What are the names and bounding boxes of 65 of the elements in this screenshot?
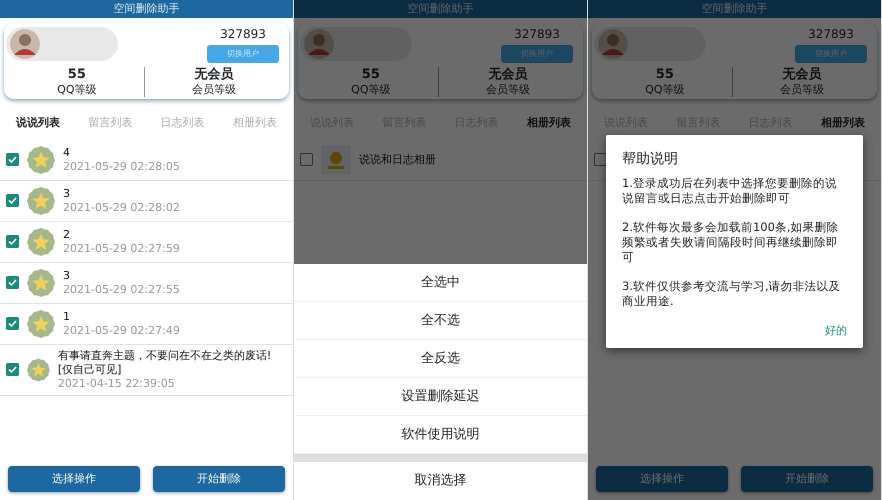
action-button[interactable]: 选择操作 [8, 466, 140, 492]
stat-value: 55 [656, 67, 674, 83]
dialog-title: 帮助说明 [622, 150, 679, 169]
action-button[interactable]: 开始删除 [153, 466, 285, 492]
album-title: 说说和日志相册 [359, 152, 436, 166]
checkbox[interactable] [6, 235, 19, 248]
qq-number: 327893 [514, 27, 560, 41]
star-badge-icon [27, 228, 55, 256]
post-text: 4 [63, 146, 71, 160]
post-time: 2021-05-29 02:27:55 [63, 282, 180, 296]
post-text: 有事请直奔主题，不要问在不在之类的废话! [仅自己可见] [58, 348, 272, 376]
title-bar: 空间删除助手 [0, 0, 293, 18]
star-badge-icon [27, 186, 55, 214]
album-thumbnail-icon [321, 144, 351, 174]
tab[interactable]: 相册列表 [232, 115, 277, 132]
tab[interactable]: 日志列表 [160, 115, 205, 132]
star-badge-icon [27, 268, 55, 296]
qq-number: 327893 [220, 27, 266, 41]
star-badge-icon [27, 310, 55, 338]
stat-label: QQ等级 [351, 83, 390, 97]
ok-button[interactable]: 好的 [825, 323, 847, 340]
post-text: 3 [63, 186, 71, 200]
checkbox[interactable] [6, 363, 19, 376]
avatar [304, 29, 334, 59]
stat-value: 无会员 [782, 67, 822, 83]
qq-number: 327893 [808, 27, 854, 41]
checkbox[interactable] [594, 153, 607, 166]
stat-value: 无会员 [488, 67, 528, 83]
title-bar: 空间删除助手 [294, 0, 587, 18]
stat-value: 55 [68, 67, 86, 83]
checkbox[interactable] [300, 153, 313, 166]
stat-label: QQ等级 [57, 83, 96, 97]
avatar [10, 29, 40, 59]
action-button[interactable]: 选择操作 [596, 466, 728, 492]
dialog-text: 2.软件每次最多会加载前100条,如果删除频繁或者失败请间隔段时间再继续删除即可 [622, 220, 840, 265]
tab[interactable]: 相册列表 [820, 115, 865, 132]
post-time: 2021-05-29 02:27:49 [63, 324, 180, 338]
title-bar: 空间删除助手 [588, 0, 881, 18]
switch-user-button[interactable]: 切换用户 [207, 45, 279, 63]
dialog-text: 1.登录成功后在列表中选择您要删除的说说留言或日志点击开始删除即可 [622, 176, 838, 206]
stat-value: 55 [362, 67, 380, 83]
tab[interactable]: 相册列表 [526, 115, 571, 132]
post-text: 3 [63, 268, 71, 282]
tab[interactable]: 说说列表 [16, 115, 60, 132]
post-time: 2021-04-15 22:39:05 [58, 376, 176, 390]
stat-label: 会员等级 [192, 83, 236, 97]
post-text: 2 [63, 228, 71, 242]
checkbox[interactable] [6, 276, 19, 289]
post-time: 2021-05-29 02:28:05 [63, 160, 180, 174]
checkbox[interactable] [6, 153, 19, 166]
stat-label: 会员等级 [780, 83, 824, 97]
stat-label: 会员等级 [486, 83, 530, 97]
post-time: 2021-05-29 02:28:02 [63, 200, 180, 214]
post-time: 2021-05-29 02:27:59 [63, 242, 180, 256]
tab[interactable]: 留言列表 [88, 115, 132, 132]
star-badge-icon [27, 146, 55, 174]
checkbox[interactable] [6, 317, 19, 330]
action-button[interactable]: 开始删除 [741, 466, 873, 492]
stat-value: 无会员 [194, 67, 234, 83]
star-badge-icon [27, 356, 50, 384]
post-text: 1 [63, 310, 71, 324]
avatar [598, 29, 628, 59]
stat-label: QQ等级 [645, 83, 684, 97]
checkbox[interactable] [6, 194, 19, 207]
dialog-text: 3.软件仅供参考交流与学习,请勿非法以及商业用途. [622, 279, 842, 309]
